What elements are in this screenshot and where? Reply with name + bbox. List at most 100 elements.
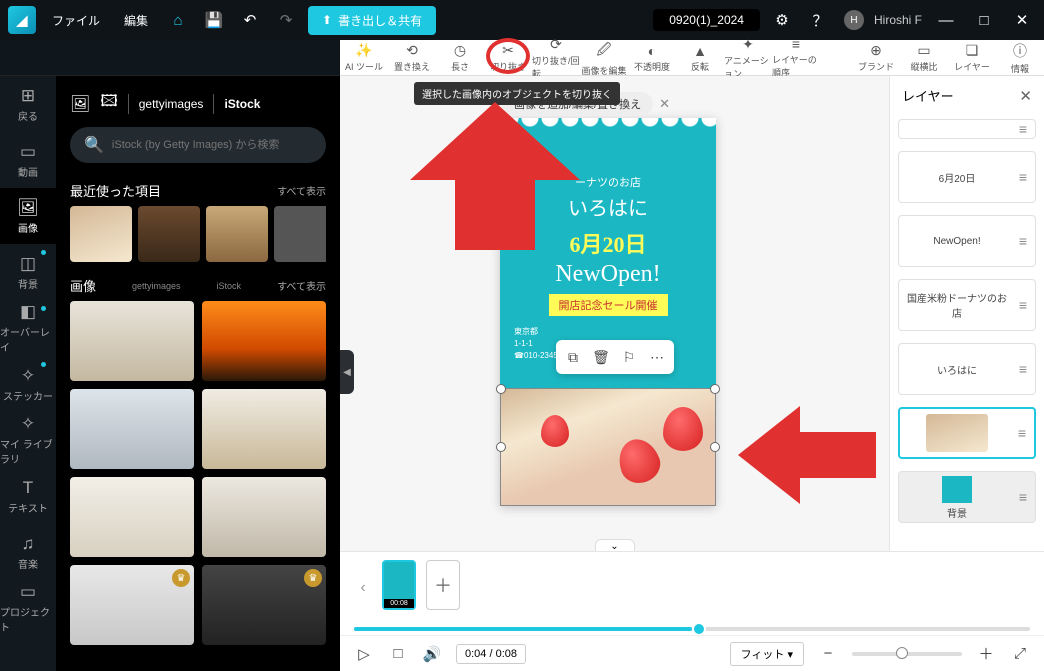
search-box[interactable]: 🔍: [70, 127, 326, 163]
flyer-date[interactable]: 6月20日: [514, 227, 702, 259]
recent-show-all[interactable]: すべて表示: [277, 183, 326, 198]
layer-item-bg[interactable]: 背景 ≡: [898, 471, 1036, 523]
close-panel-icon[interactable]: ✕: [1019, 87, 1032, 105]
fullscreen-icon[interactable]: ⤢: [1010, 645, 1030, 662]
layer-item[interactable]: いろはに≡: [898, 343, 1036, 395]
canvas-area[interactable]: ーナツのお店 いろはに 6月20日 NewOpen! 開店記念セール開催 東京都…: [340, 76, 889, 551]
layer-item[interactable]: ≡: [898, 119, 1036, 139]
ctx-brand[interactable]: ⊕ブランド: [852, 42, 900, 73]
images-show-all[interactable]: すべて表示: [277, 278, 326, 293]
rail-back[interactable]: ⊞戻る: [0, 76, 56, 132]
help-icon[interactable]: ？: [806, 6, 834, 34]
expand-tab[interactable]: ⌄: [595, 539, 635, 551]
thumb[interactable]: [70, 389, 194, 469]
layer-item-selected[interactable]: ≡: [898, 407, 1036, 459]
settings-icon[interactable]: ⚙: [768, 6, 796, 34]
delete-icon[interactable]: 🗑: [588, 344, 614, 370]
collapse-panel-tab[interactable]: ◀: [340, 350, 354, 394]
close-icon[interactable]: ✕: [1008, 6, 1036, 34]
thumb[interactable]: [202, 477, 326, 557]
resize-handle[interactable]: [496, 384, 506, 394]
layer-item[interactable]: NewOpen!≡: [898, 215, 1036, 267]
getty-logo[interactable]: gettyimages: [139, 97, 204, 111]
duplicate-icon[interactable]: ⧉: [560, 344, 586, 370]
ctx-info[interactable]: ⓘ情報: [996, 41, 1044, 75]
ai-image-icon[interactable]: 🖾: [100, 90, 117, 117]
stop-icon[interactable]: □: [388, 645, 408, 662]
add-slide-button[interactable]: ＋: [426, 560, 460, 610]
thumb[interactable]: ♛: [202, 565, 326, 645]
ctx-order[interactable]: ≡レイヤーの順序: [772, 36, 820, 79]
rail-mylib[interactable]: ✧マイ ライブラリ: [0, 412, 56, 468]
layer-list[interactable]: ≡ 6月20日≡ NewOpen!≡ 国産米粉ドーナツのお店≡ いろはに≡ ≡ …: [890, 115, 1044, 553]
search-input[interactable]: [112, 139, 312, 151]
prev-slide-icon[interactable]: ‹: [354, 566, 372, 610]
avatar[interactable]: H: [844, 10, 864, 30]
zoom-in-icon[interactable]: ＋: [976, 643, 996, 664]
ctx-edit-image[interactable]: 🖉画像を編集: [580, 39, 628, 77]
flyer-sale[interactable]: 開店記念セール開催: [549, 294, 668, 316]
minimize-icon[interactable]: —: [932, 6, 960, 34]
ctx-flip[interactable]: ▲反転: [676, 43, 724, 73]
playhead[interactable]: [692, 622, 706, 636]
home-icon[interactable]: ⌂: [164, 6, 192, 34]
ctx-anim[interactable]: ✦アニメーション: [724, 36, 772, 80]
save-icon[interactable]: 💾: [200, 6, 228, 34]
rail-music[interactable]: ♫音楽: [0, 524, 56, 580]
istock-logo[interactable]: iStock: [224, 97, 260, 111]
ctx-length[interactable]: ◷長さ: [436, 42, 484, 73]
zoom-fit-button[interactable]: フィット ▾: [730, 642, 804, 666]
drag-icon[interactable]: ≡: [1019, 297, 1027, 313]
rail-overlay[interactable]: ◧オーバーレイ: [0, 300, 56, 356]
chip-close-icon[interactable]: ✕: [659, 96, 670, 112]
drag-icon[interactable]: ≡: [1019, 233, 1027, 249]
zoom-slider[interactable]: [852, 652, 962, 656]
zoom-knob[interactable]: [896, 647, 908, 659]
undo-icon[interactable]: ↶: [236, 6, 264, 34]
resize-handle[interactable]: [496, 442, 506, 452]
rail-bg[interactable]: ◫背景: [0, 244, 56, 300]
layer-item[interactable]: 6月20日≡: [898, 151, 1036, 203]
rail-image[interactable]: 🖼画像: [0, 188, 56, 244]
app-logo[interactable]: ◢: [8, 6, 36, 34]
thumb[interactable]: [206, 206, 268, 262]
rail-sticker[interactable]: ✧ステッカー: [0, 356, 56, 412]
document-title[interactable]: 0920(1)_2024: [653, 9, 760, 31]
thumb[interactable]: [202, 301, 326, 381]
thumb[interactable]: [138, 206, 200, 262]
ctx-crop-rotate[interactable]: ⟳切り抜き/回転: [532, 36, 580, 80]
play-icon[interactable]: ▷: [354, 645, 374, 663]
thumb[interactable]: ♛: [70, 565, 194, 645]
ctx-ai[interactable]: ✨AI ツール: [340, 42, 388, 73]
timeline-track[interactable]: [354, 627, 1030, 631]
resize-handle[interactable]: [710, 442, 720, 452]
rail-video[interactable]: ▭動画: [0, 132, 56, 188]
flyer-name[interactable]: いろはに: [514, 192, 702, 221]
thumb[interactable]: [202, 389, 326, 469]
resize-handle[interactable]: [710, 384, 720, 394]
thumb[interactable]: [274, 206, 326, 262]
rail-project[interactable]: ▭プロジェクト: [0, 580, 56, 636]
drag-icon[interactable]: ≡: [1019, 361, 1027, 377]
redo-icon[interactable]: ↷: [272, 6, 300, 34]
flyer-subtitle[interactable]: ーナツのお店: [514, 174, 702, 190]
menu-edit[interactable]: 編集: [116, 8, 156, 33]
ctx-replace[interactable]: ⟲置き換え: [388, 42, 436, 73]
flyer-newopen[interactable]: NewOpen!: [514, 261, 702, 288]
volume-icon[interactable]: 🔊: [422, 645, 442, 663]
drag-icon[interactable]: ≡: [1019, 169, 1027, 185]
drag-icon[interactable]: ≡: [1018, 425, 1026, 441]
menu-file[interactable]: ファイル: [44, 8, 108, 33]
more-icon[interactable]: ⋯: [644, 344, 670, 370]
drag-icon[interactable]: ≡: [1019, 489, 1027, 505]
thumb[interactable]: [70, 206, 132, 262]
thumb[interactable]: [70, 301, 194, 381]
export-button[interactable]: ⬆ 書き出し＆共有: [308, 6, 436, 35]
ctx-aspect[interactable]: ▭縦横比: [900, 42, 948, 73]
bookmark-icon[interactable]: ⚐: [616, 344, 642, 370]
zoom-out-icon[interactable]: −: [818, 645, 838, 662]
ctx-opacity[interactable]: ◐不透明度: [628, 43, 676, 73]
layer-item[interactable]: 国産米粉ドーナツのお店≡: [898, 279, 1036, 331]
selected-image[interactable]: [500, 388, 716, 506]
ctx-layers[interactable]: ❏レイヤー: [948, 42, 996, 73]
